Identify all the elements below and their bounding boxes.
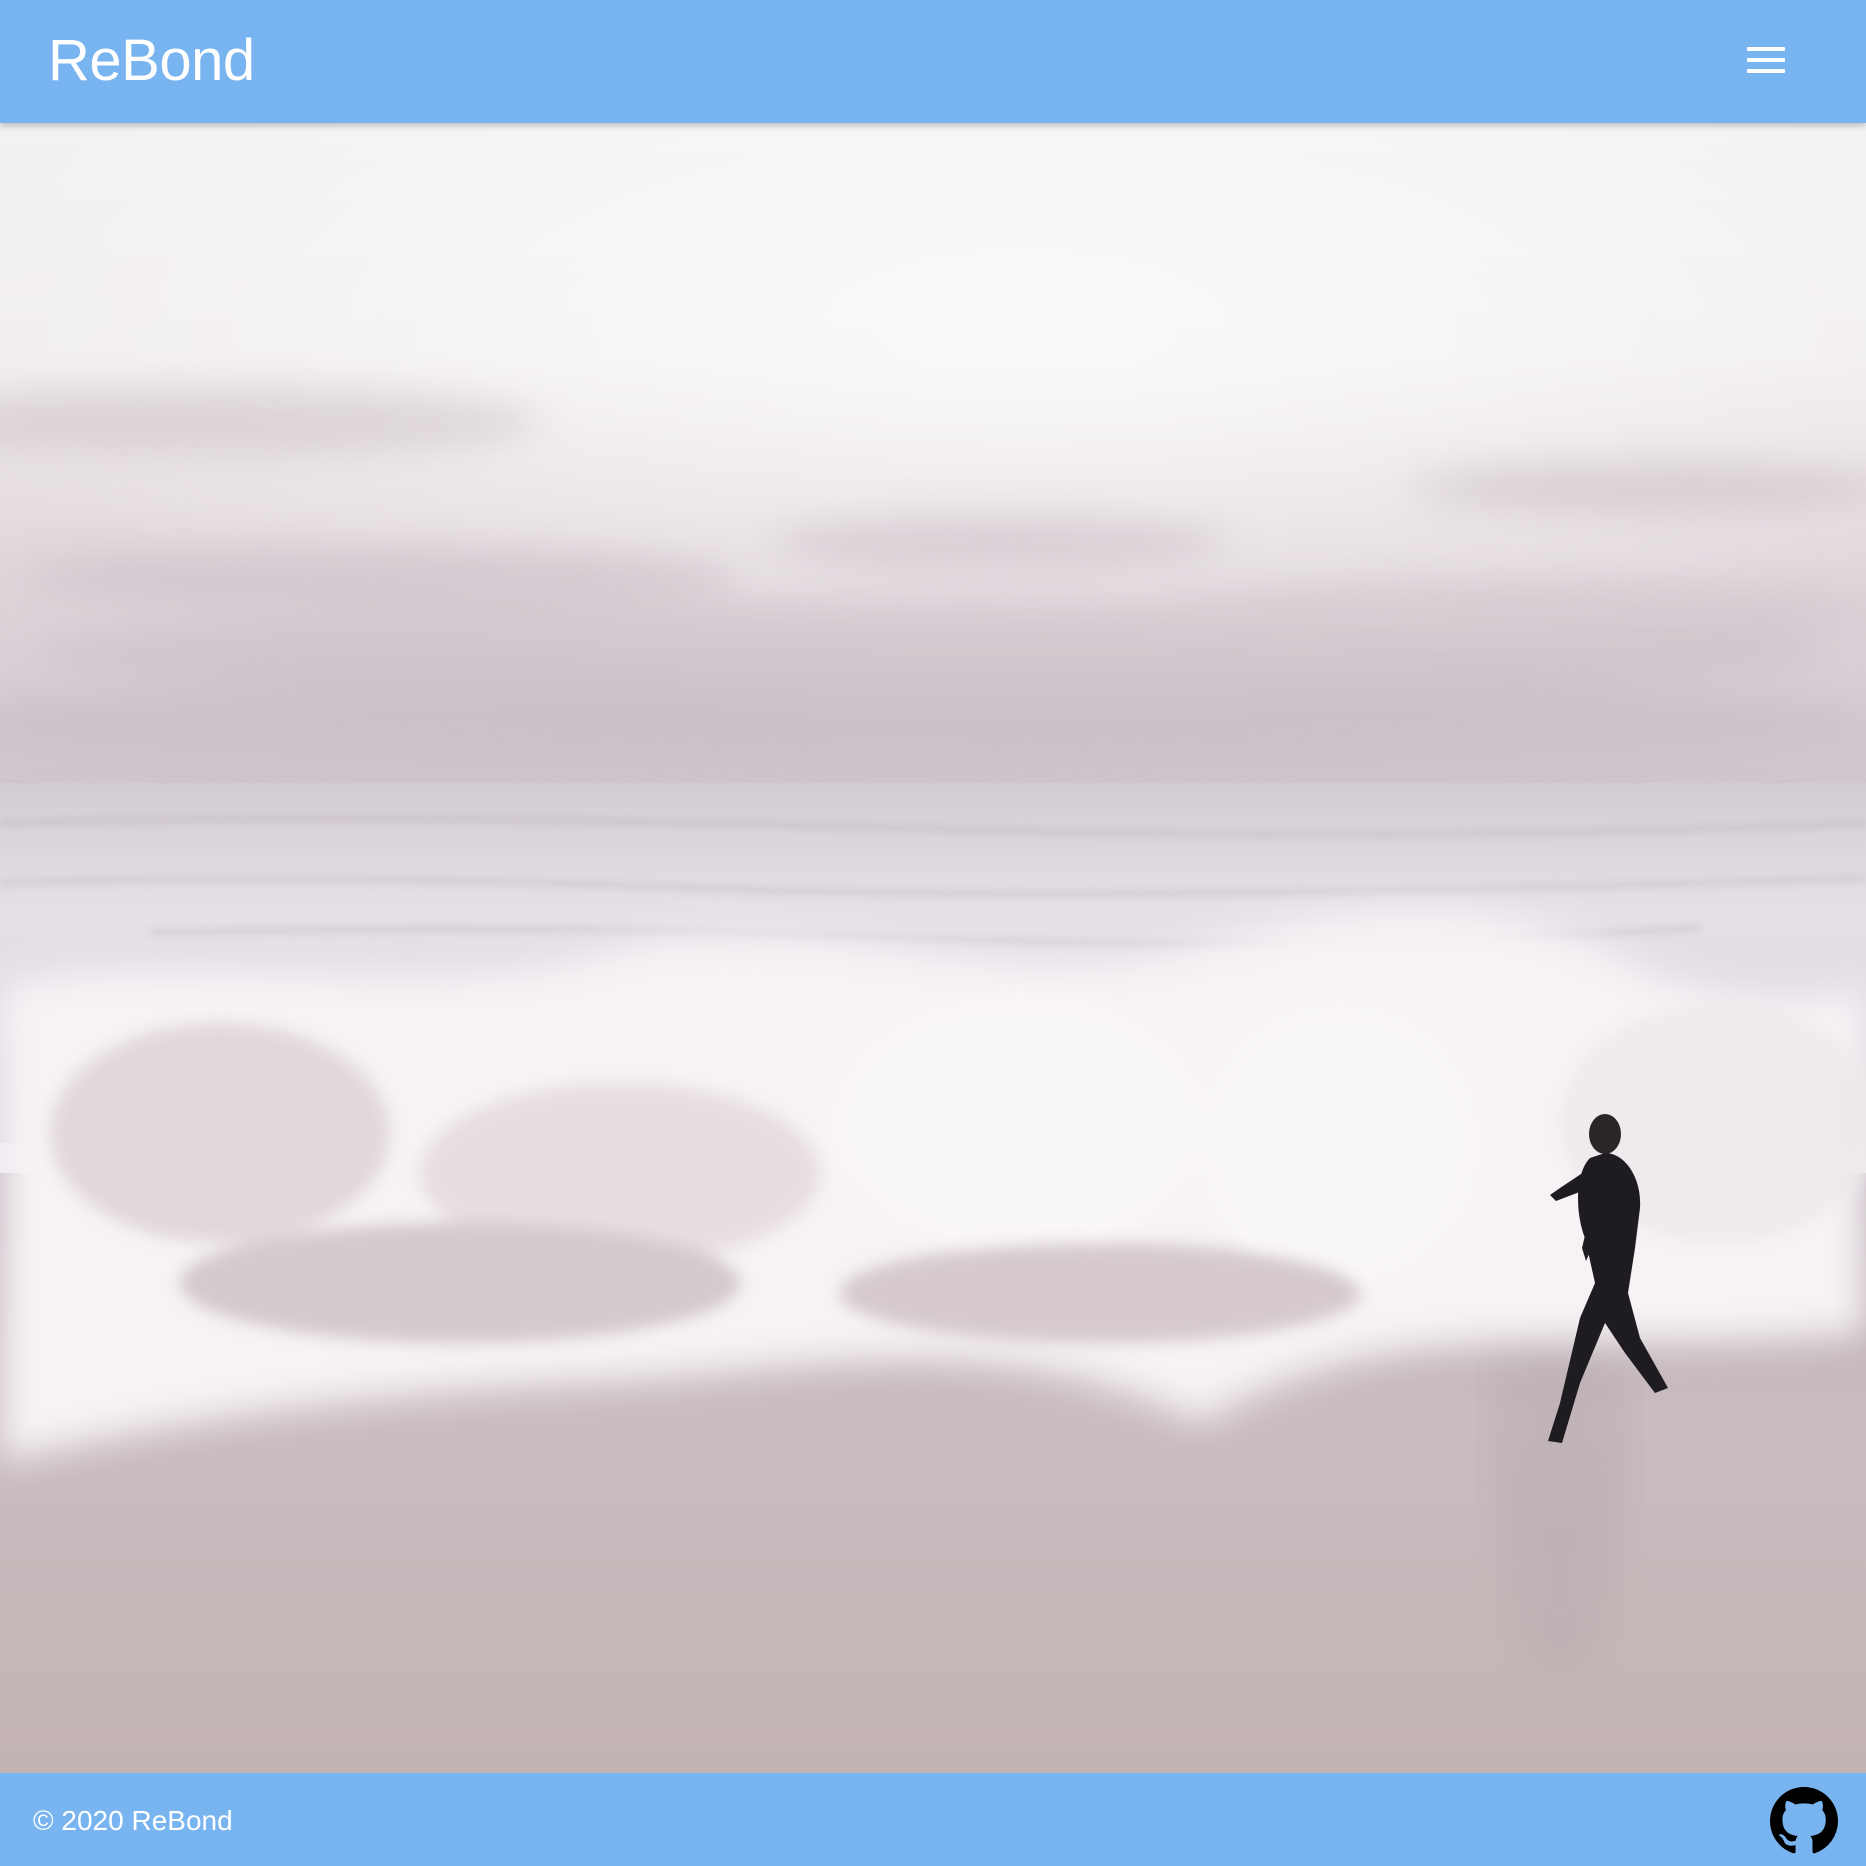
github-icon[interactable] — [1770, 1787, 1838, 1855]
beach-photo — [0, 123, 1866, 1773]
copyright-text: © 2020 ReBond — [33, 1805, 233, 1836]
hamburger-menu-icon[interactable] — [1744, 38, 1788, 82]
app-bar: ReBond — [0, 0, 1866, 123]
hero-image — [0, 123, 1866, 1773]
page: ReBond © 2020 ReBond — [0, 0, 1866, 1866]
footer: © 2020 ReBond — [0, 1773, 1866, 1866]
brand-title[interactable]: ReBond — [48, 26, 255, 96]
